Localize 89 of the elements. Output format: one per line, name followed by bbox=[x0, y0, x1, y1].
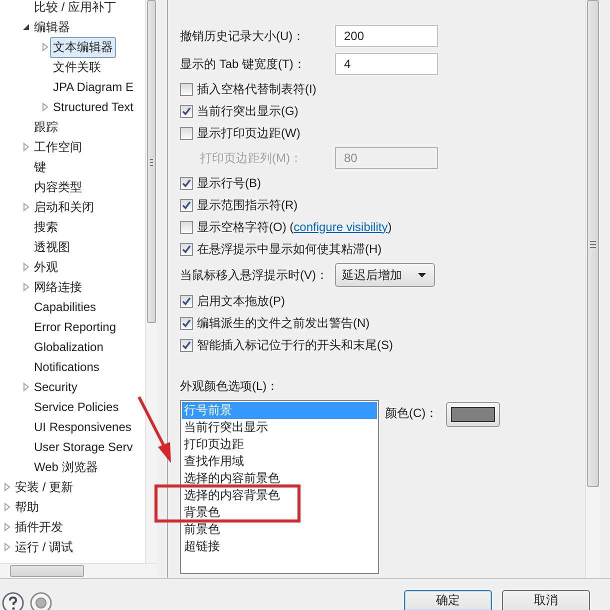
tree-item[interactable]: 安装 / 更新 bbox=[12, 476, 76, 498]
checkbox[interactable] bbox=[180, 338, 193, 352]
text-field[interactable]: 200 bbox=[335, 25, 438, 47]
tree-item[interactable]: 帮助 bbox=[12, 496, 42, 518]
checkbox[interactable] bbox=[180, 198, 193, 212]
list-item[interactable]: 背景色 bbox=[182, 504, 377, 521]
tree-item[interactable]: 键 bbox=[31, 156, 49, 178]
ok-button[interactable]: 确定 bbox=[404, 590, 492, 610]
color-button[interactable] bbox=[446, 402, 500, 427]
checkbox[interactable] bbox=[180, 82, 193, 96]
tree-item[interactable]: 工作空间 bbox=[31, 136, 85, 158]
list-item[interactable]: 选择的内容前景色 bbox=[182, 470, 377, 487]
tree-item[interactable]: 网络连接 bbox=[31, 276, 85, 298]
text-field[interactable]: 4 bbox=[335, 53, 438, 75]
expand-icon[interactable] bbox=[40, 42, 50, 52]
expand-icon[interactable] bbox=[2, 522, 12, 532]
tree-item[interactable]: Globalization bbox=[31, 338, 106, 356]
tree-item[interactable]: Service Policies bbox=[31, 398, 122, 416]
tree-item[interactable]: 插件开发 bbox=[12, 516, 66, 538]
color-option-list[interactable]: 行号前景 当前行突出显示 打印页边距 查找作用域 选择的内容前景色 选择的内容背景色 背景色 前景色 超链接 bbox=[180, 400, 379, 574]
list-item[interactable]: 查找作用域 bbox=[182, 453, 377, 470]
checkbox-label: 显示行号(B) bbox=[197, 174, 261, 192]
tree-item[interactable]: Error Reporting bbox=[31, 318, 120, 336]
checkbox[interactable] bbox=[180, 294, 193, 308]
checkbox-label: 当前行突出显示(G) bbox=[197, 102, 298, 120]
checkbox[interactable] bbox=[180, 220, 193, 234]
configure-link[interactable]: configure visibility bbox=[294, 220, 388, 234]
field-label: 显示的 Tab 键宽度(T)： bbox=[180, 56, 306, 72]
tree-item[interactable]: Security bbox=[31, 378, 80, 396]
field-label: 撤销历史记录大小(U)： bbox=[180, 28, 306, 44]
record-icon[interactable] bbox=[30, 592, 52, 610]
checkbox-label: 显示范围指示符(R) bbox=[197, 196, 298, 214]
checkbox-label: 插入空格代替制表符(I) bbox=[197, 80, 316, 98]
horizontal-scrollbar[interactable] bbox=[0, 563, 157, 578]
dropdown[interactable]: 延迟后增加 bbox=[335, 263, 435, 287]
list-item[interactable]: 前景色 bbox=[182, 521, 377, 538]
vertical-scrollbar[interactable] bbox=[145, 0, 157, 563]
field-label: 打印页边距列(M)： bbox=[199, 150, 303, 166]
caret-icon bbox=[418, 272, 426, 278]
field-label: 当鼠标移入悬浮提示时(V)： bbox=[180, 266, 329, 284]
list-item[interactable]: 选择的内容背景色 bbox=[182, 487, 377, 504]
expand-icon[interactable] bbox=[21, 262, 31, 272]
tree-item[interactable]: 启动和关闭 bbox=[31, 196, 97, 218]
tree-item[interactable]: Notifications bbox=[31, 358, 102, 376]
tree-item[interactable]: 跟踪 bbox=[31, 116, 61, 138]
expand-icon[interactable] bbox=[2, 542, 12, 552]
tree-item[interactable]: Capabilities bbox=[31, 298, 100, 316]
annotation-arrow bbox=[138, 396, 171, 463]
checkbox-label: 显示打印页边距(W) bbox=[197, 124, 300, 142]
tree-item[interactable]: Web 浏览器 bbox=[31, 456, 101, 478]
checkbox-label: 在悬浮提示中显示如何使其粘滞(H) bbox=[197, 240, 382, 258]
vertical-scrollbar[interactable] bbox=[585, 0, 600, 578]
list-item[interactable]: 超链接 bbox=[182, 538, 377, 555]
tree-item[interactable]: JPA Diagram E bbox=[50, 78, 136, 96]
expand-icon[interactable] bbox=[21, 142, 31, 152]
tree-item[interactable]: 比较 / 应用补丁 bbox=[31, 0, 120, 18]
checkbox-label: 智能插入标记位于行的开头和末尾(S) bbox=[197, 336, 393, 354]
expand-icon[interactable] bbox=[2, 482, 12, 492]
help-icon[interactable] bbox=[2, 592, 24, 610]
list-item[interactable]: 打印页边距 bbox=[182, 436, 377, 453]
tree-item[interactable]: 运行 / 调试 bbox=[12, 536, 76, 558]
collapse-icon[interactable] bbox=[21, 22, 31, 32]
tree-item[interactable]: 内容类型 bbox=[31, 176, 85, 198]
tree-item[interactable]: Structured Text bbox=[50, 98, 136, 116]
checkbox-label: 启用文本拖放(P) bbox=[197, 292, 285, 310]
section-label: 外观颜色选项(L)： bbox=[180, 378, 280, 395]
tree-item[interactable]: 外观 bbox=[31, 256, 61, 278]
expand-icon[interactable] bbox=[21, 202, 31, 212]
checkbox[interactable] bbox=[180, 176, 193, 190]
checkbox[interactable] bbox=[180, 242, 193, 256]
expand-icon[interactable] bbox=[21, 382, 31, 392]
expand-icon[interactable] bbox=[2, 502, 12, 512]
checkbox-label: 编辑派生的文件之前发出警告(N) bbox=[197, 314, 370, 332]
list-item[interactable]: 当前行突出显示 bbox=[182, 419, 377, 436]
tree-item[interactable]: 编辑器 bbox=[31, 16, 73, 38]
tree-item[interactable]: 搜索 bbox=[31, 216, 61, 238]
checkbox-label: 显示空格字符(O) (configure visibility) bbox=[197, 218, 392, 236]
checkbox[interactable] bbox=[180, 104, 193, 118]
tree-item[interactable]: User Storage Serv bbox=[31, 438, 136, 456]
expand-icon[interactable] bbox=[21, 282, 31, 292]
tree-item[interactable]: 文件关联 bbox=[50, 56, 104, 78]
cancel-button[interactable]: 取消 bbox=[502, 590, 590, 610]
tree-item[interactable]: UI Responsivenes bbox=[31, 418, 134, 436]
tree-item[interactable]: 文本编辑器 bbox=[50, 36, 116, 58]
tree-item[interactable]: 透视图 bbox=[31, 236, 73, 258]
checkbox[interactable] bbox=[180, 316, 193, 330]
checkbox[interactable] bbox=[180, 126, 193, 140]
expand-icon[interactable] bbox=[40, 102, 50, 112]
color-label: 颜色(C)： bbox=[385, 405, 438, 422]
